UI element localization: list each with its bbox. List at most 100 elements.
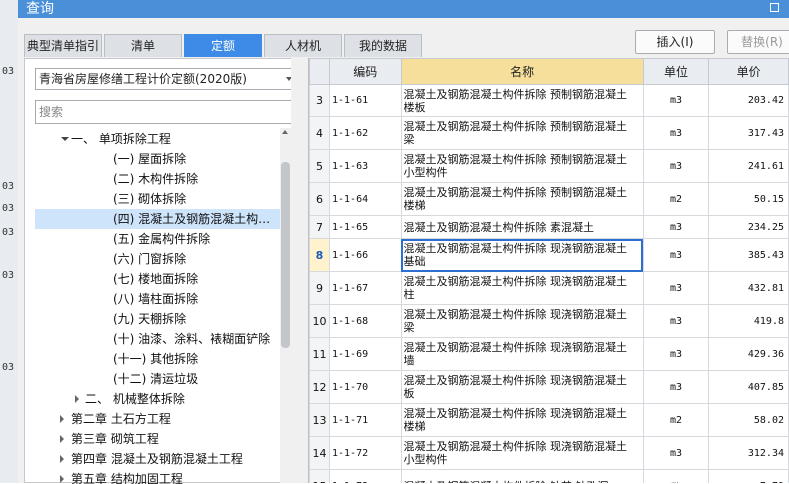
maximize-icon[interactable] (770, 3, 779, 12)
tree-node[interactable]: 第三章 砌筑工程 (60, 429, 159, 449)
code-header[interactable]: 编码 (328, 58, 402, 85)
tab-my-data[interactable]: 我的数据 (344, 34, 422, 57)
scroll-up-icon[interactable] (282, 130, 288, 134)
name-header[interactable]: 名称 (400, 58, 644, 85)
unit-cell: m3 (642, 271, 710, 305)
tree-node[interactable]: 第五章 结构加固工程 (60, 469, 183, 484)
row-index: 10 (309, 304, 330, 338)
expand-icon[interactable] (60, 475, 64, 483)
tree-node[interactable]: (十) 油漆、涂料、裱糊面铲除 (113, 329, 270, 349)
tab-bill[interactable]: 清单 (104, 34, 182, 57)
code-cell: 1-1-62 (328, 116, 402, 150)
unit-cell: 孔 (642, 469, 710, 483)
quota-library-select[interactable]: 青海省房屋修缮工程计价定额(2020版) (35, 68, 298, 90)
price-cell: 7.79 (708, 469, 789, 483)
tree-node[interactable]: (九) 天棚拆除 (113, 309, 186, 329)
code-cell: 1-1-72 (328, 436, 402, 470)
row-index: 12 (309, 370, 330, 404)
name-cell: 混凝土及钢筋混凝土构件拆除 现浇钢筋混凝土 梁 (400, 304, 644, 338)
panel-splitter[interactable] (291, 58, 308, 483)
table-row[interactable]: 9 1-1-67 混凝土及钢筋混凝土构件拆除 现浇钢筋混凝土 柱 m3 432.81 (309, 271, 789, 305)
row-index: 9 (309, 271, 330, 305)
tree-node[interactable]: (八) 墙柱面拆除 (113, 289, 198, 309)
code-cell: 1-1-61 (328, 84, 402, 117)
background-row-number: 03 (2, 362, 15, 373)
quota-tree-panel: 青海省房屋修缮工程计价定额(2020版) 一、 单项拆除工程 (一) 屋面拆除 … (24, 58, 307, 484)
background-row-number: 03 (2, 227, 15, 238)
expand-icon[interactable] (60, 415, 64, 423)
price-cell: 317.43 (708, 116, 789, 150)
tree-node[interactable]: 二、 机械整体拆除 (75, 389, 185, 409)
table-row[interactable]: 8 1-1-66 混凝土及钢筋混凝土构件拆除 现浇钢筋混凝土 基础 m3 385.43 (309, 238, 789, 272)
code-cell: 1-1-68 (328, 304, 402, 338)
background-app-strip: 03 03 03 03 03 03 (0, 0, 19, 483)
row-index: 15 (309, 469, 330, 483)
unit-cell: m3 (642, 370, 710, 404)
unit-header[interactable]: 单位 (642, 58, 710, 85)
table-header-row: 编码 名称 单位 单价 (309, 58, 789, 85)
quota-table: 编码 名称 单位 单价 3 1-1-61 混凝土及钢筋混凝土构件拆除 预制钢筋混凝土… (309, 58, 789, 483)
unit-cell: m3 (642, 337, 710, 371)
tree-node[interactable]: (十一) 其他拆除 (113, 349, 198, 369)
table-row[interactable]: 4 1-1-62 混凝土及钢筋混凝土构件拆除 预制钢筋混凝土 梁 m3 317.43 (309, 116, 789, 150)
tree-node[interactable]: 第二章 土石方工程 (60, 409, 171, 429)
table-row[interactable]: 151-1-73混凝土及钢筋混凝土构件拆除 钻芯 钻孔深孔7.79 (309, 469, 789, 483)
expand-icon[interactable] (75, 395, 79, 403)
table-row[interactable]: 6 1-1-64 混凝土及钢筋混凝土构件拆除 预制钢筋混凝土 楼梯 m2 50.15 (309, 182, 789, 216)
tree-node[interactable]: (五) 金属构件拆除 (113, 229, 210, 249)
tab-quota[interactable]: 定额 (184, 34, 262, 57)
row-index: 5 (309, 149, 330, 183)
collapse-icon[interactable] (61, 137, 69, 141)
table-row[interactable]: 3 1-1-61 混凝土及钢筋混凝土构件拆除 预制钢筋混凝土 楼板 m3 203.42 (309, 84, 789, 117)
expand-icon[interactable] (60, 435, 64, 443)
tab-labor-material-machine[interactable]: 人材机 (264, 34, 342, 57)
background-row-number: 03 (2, 66, 15, 77)
table-row[interactable]: 11 1-1-69 混凝土及钢筋混凝土构件拆除 现浇钢筋混凝土 墙 m3 429.36 (309, 337, 789, 371)
unit-cell: m3 (642, 238, 710, 272)
scroll-thumb[interactable] (281, 162, 290, 348)
price-cell: 203.42 (708, 84, 789, 117)
table-row[interactable]: 7 1-1-65 混凝土及钢筋混凝土构件拆除 素混凝土 m3 234.25 (309, 215, 789, 239)
row-index: 7 (309, 215, 330, 239)
quota-table-panel: 编码 名称 单位 单价 3 1-1-61 混凝土及钢筋混凝土构件拆除 预制钢筋混凝土… (308, 58, 789, 483)
tree-node[interactable]: (三) 砌体拆除 (113, 189, 186, 209)
tree-node[interactable]: (二) 木构件拆除 (113, 169, 198, 189)
unit-cell: m3 (642, 304, 710, 338)
row-index: 13 (309, 403, 330, 437)
price-cell: 241.61 (708, 149, 789, 183)
table-row[interactable]: 14 1-1-72 混凝土及钢筋混凝土构件拆除 现浇钢筋混凝土 小型构件 m3 312.… (309, 436, 789, 470)
price-cell: 50.15 (708, 182, 789, 216)
window-title: 查询 (26, 1, 54, 17)
tree-node[interactable]: (十二) 清运垃圾 (113, 369, 198, 389)
name-cell: 混凝土及钢筋混凝土构件拆除 现浇钢筋混凝土 小型构件 (400, 436, 644, 470)
name-cell: 混凝土及钢筋混凝土构件拆除 预制钢筋混凝土 楼梯 (400, 182, 644, 216)
search-input[interactable] (35, 100, 298, 124)
tree-node[interactable]: 第四章 混凝土及钢筋混凝土工程 (60, 449, 243, 469)
row-index: 3 (309, 84, 330, 117)
unit-cell: m3 (642, 215, 710, 239)
code-cell: 1-1-67 (328, 271, 402, 305)
table-row[interactable]: 10 1-1-68 混凝土及钢筋混凝土构件拆除 现浇钢筋混凝土 梁 m3 419.8 (309, 304, 789, 338)
insert-button[interactable]: 插入(I) (635, 30, 715, 54)
price-header[interactable]: 单价 (708, 58, 789, 85)
tab-typical-bill-guide[interactable]: 典型清单指引 (24, 34, 102, 57)
quota-tree: 一、 单项拆除工程 (一) 屋面拆除 (二) 木构件拆除 (三) 砌体拆除 (四… (25, 129, 291, 484)
expand-icon[interactable] (60, 455, 64, 463)
tree-node-selected[interactable]: (四) 混凝土及钢筋混凝土构… (35, 209, 291, 229)
code-cell: 1-1-66 (328, 238, 402, 272)
tree-node[interactable]: (一) 屋面拆除 (113, 149, 186, 169)
tree-node[interactable]: (六) 门窗拆除 (113, 249, 186, 269)
replace-button[interactable]: 替换(R) (727, 30, 789, 54)
background-row-number: 03 (2, 181, 15, 192)
tree-node[interactable]: 一、 单项拆除工程 (61, 129, 291, 149)
price-cell: 234.25 (708, 215, 789, 239)
table-row[interactable]: 5 1-1-63 混凝土及钢筋混凝土构件拆除 预制钢筋混凝土 小型构件 m3 241.6… (309, 149, 789, 183)
tree-scrollbar[interactable] (280, 128, 291, 483)
code-cell: 1-1-70 (328, 370, 402, 404)
tree-node[interactable]: (七) 楼地面拆除 (113, 269, 198, 289)
table-row[interactable]: 13 1-1-71 混凝土及钢筋混凝土构件拆除 现浇钢筋混凝土 楼梯 m2 58.02 (309, 403, 789, 437)
name-cell: 混凝土及钢筋混凝土构件拆除 现浇钢筋混凝土 柱 (400, 271, 644, 305)
table-row[interactable]: 12 1-1-70 混凝土及钢筋混凝土构件拆除 现浇钢筋混凝土 板 m3 407.85 (309, 370, 789, 404)
price-cell: 432.81 (708, 271, 789, 305)
background-row-number: 03 (2, 203, 15, 214)
